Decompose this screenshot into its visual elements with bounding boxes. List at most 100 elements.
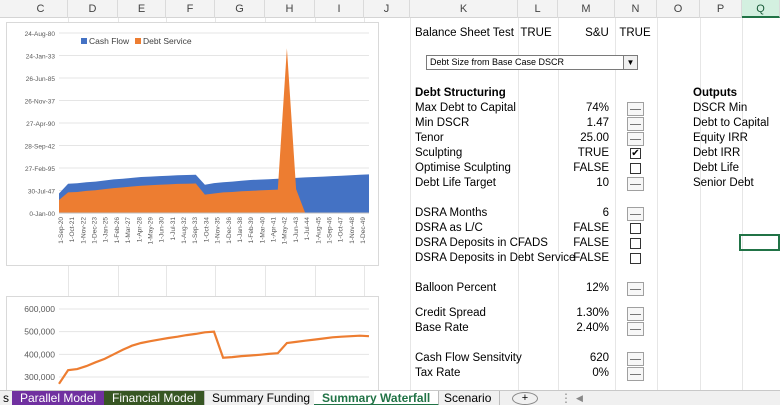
legend-label: Debt Service	[143, 36, 192, 46]
add-sheet-button[interactable]: +	[512, 392, 538, 405]
checkbox[interactable]	[630, 238, 641, 249]
param-label: Optimise Sculpting	[415, 162, 511, 174]
param-value[interactable]: 620	[560, 351, 609, 366]
worksheet-grid[interactable]: 0-Jan-00 30-Jul-47 27-Feb-95 28-Sep-42 27-Ap…	[0, 18, 780, 390]
output-label: Debt Life	[693, 162, 740, 174]
column-header-p[interactable]: P	[700, 0, 742, 18]
param-label: Base Rate	[415, 322, 469, 334]
param-value[interactable]: FALSE	[560, 221, 609, 236]
dropdown-arrow-icon[interactable]: ▼	[623, 56, 637, 69]
param-label: Credit Spread	[415, 307, 486, 319]
param-value[interactable]: FALSE	[560, 161, 609, 176]
x-tick-label: 1-Mar-40	[259, 217, 266, 244]
column-header-q[interactable]: Q	[742, 0, 780, 18]
selected-cell[interactable]	[739, 234, 780, 251]
column-header-k[interactable]: K	[410, 0, 518, 18]
spin-button[interactable]	[627, 207, 644, 221]
x-tick-label: 1-Dec-36	[226, 217, 233, 244]
param-label: Min DSCR	[415, 117, 470, 129]
x-tick-label: 1-Oct-47	[338, 217, 345, 243]
param-value[interactable]: 2.40%	[560, 321, 609, 336]
param-value[interactable]: 74%	[560, 101, 609, 116]
column-header-g[interactable]: G	[215, 0, 265, 18]
spin-button[interactable]	[627, 352, 644, 366]
y-tick-label: 300,000	[24, 372, 55, 382]
checkbox[interactable]	[630, 253, 641, 264]
checkbox[interactable]: ✔	[630, 148, 641, 159]
sheet-tab-bar: s Parallel Model Financial Model Summary…	[0, 390, 780, 405]
spin-button[interactable]	[627, 117, 644, 131]
param-label: Tenor	[415, 132, 444, 144]
spin-button[interactable]	[627, 322, 644, 336]
column-header-c[interactable]: C	[14, 0, 68, 18]
tab-scenario[interactable]: Scenario	[436, 391, 501, 405]
x-tick-label: 1-Dec-23	[92, 217, 99, 244]
gridline	[700, 18, 701, 390]
tab-financial-model[interactable]: Financial Model	[104, 391, 206, 405]
param-value[interactable]: 1.30%	[560, 306, 609, 321]
spin-button[interactable]	[627, 177, 644, 191]
param-value[interactable]: 1.47	[560, 116, 609, 131]
param-label: DSRA as L/C	[415, 222, 483, 234]
param-value[interactable]: 25.00	[560, 131, 609, 146]
param-label: Debt Life Target	[415, 177, 496, 189]
param-label: DSRA Deposits in Debt Service	[415, 252, 576, 264]
funding-line-chart[interactable]: 300,000 400,000 500,000 600,000	[6, 296, 379, 390]
param-value[interactable]: FALSE	[560, 236, 609, 251]
spin-button[interactable]	[627, 307, 644, 321]
debt-size-dropdown-value: Debt Size from Base Case DSCR	[430, 57, 565, 67]
checkbox[interactable]	[630, 223, 641, 234]
param-value[interactable]: 6	[560, 206, 609, 221]
column-header-h[interactable]: H	[265, 0, 315, 18]
y-tick-label: 24-Aug-80	[25, 31, 56, 38]
tab-parallel-model[interactable]: Parallel Model	[12, 391, 106, 405]
param-label: DSRA Months	[415, 207, 488, 219]
scroll-left-icon[interactable]: ◀	[568, 391, 591, 405]
column-header-d[interactable]: D	[68, 0, 118, 18]
series-line	[58, 330, 370, 385]
param-label: Sculpting	[415, 147, 463, 159]
param-value[interactable]: 12%	[560, 281, 609, 296]
param-value[interactable]: TRUE	[560, 146, 609, 161]
spin-button[interactable]	[627, 367, 644, 381]
column-header-f[interactable]: F	[166, 0, 215, 18]
x-tick-label: 1-Nov-48	[349, 217, 356, 244]
column-header-i[interactable]: I	[315, 0, 364, 18]
x-tick-label: 1-Dec-49	[360, 217, 367, 244]
x-tick-label: 1-Feb-26	[114, 217, 121, 244]
column-header-e[interactable]: E	[118, 0, 166, 18]
output-label: Debt to Capital	[693, 117, 770, 129]
x-tick-label: 1-Aug-45	[315, 217, 322, 244]
debt-size-dropdown[interactable]: Debt Size from Base Case DSCR ▼	[426, 55, 638, 70]
param-value[interactable]: 10	[560, 176, 609, 191]
x-tick-label: 1-Apr-28	[136, 217, 143, 243]
checkbox[interactable]	[630, 163, 641, 174]
y-tick-label: 24-Jan-33	[26, 54, 56, 61]
column-header-j[interactable]: J	[364, 0, 410, 18]
cash-flow-chart[interactable]: 0-Jan-00 30-Jul-47 27-Feb-95 28-Sep-42 27-Ap…	[6, 22, 379, 266]
param-value[interactable]: 0%	[560, 366, 609, 381]
y-tick-label: 30-Jul-47	[28, 189, 55, 196]
x-tick-label: 1-May-42	[282, 217, 289, 245]
column-header-l[interactable]: L	[518, 0, 558, 18]
tab-summary-funding[interactable]: Summary Funding	[204, 391, 320, 405]
x-tick-label: 1-Jul-31	[170, 217, 177, 241]
column-header-n[interactable]: N	[615, 0, 657, 18]
outputs-title: Outputs	[693, 87, 738, 99]
y-tick-label: 26-Nov-37	[25, 99, 56, 106]
column-header-o[interactable]: O	[657, 0, 700, 18]
spin-button[interactable]	[627, 102, 644, 116]
spin-button[interactable]	[627, 132, 644, 146]
legend-swatch	[135, 38, 141, 44]
x-tick-label: 1-Oct-34	[203, 217, 210, 243]
x-tick-label: 1-Jan-25	[103, 217, 110, 243]
x-tick-label: 1-May-29	[147, 217, 154, 245]
x-tick-label: 1-Nov-35	[215, 217, 222, 244]
output-label: DSCR Min	[693, 102, 748, 114]
spin-button[interactable]	[627, 282, 644, 296]
param-value[interactable]: FALSE	[560, 251, 609, 266]
x-tick-label: 1-Jun-43	[293, 217, 300, 243]
x-tick-label: 1-Jan-38	[237, 217, 244, 243]
column-header-m[interactable]: M	[558, 0, 615, 18]
tab-summary-waterfall[interactable]: Summary Waterfall	[314, 391, 440, 405]
